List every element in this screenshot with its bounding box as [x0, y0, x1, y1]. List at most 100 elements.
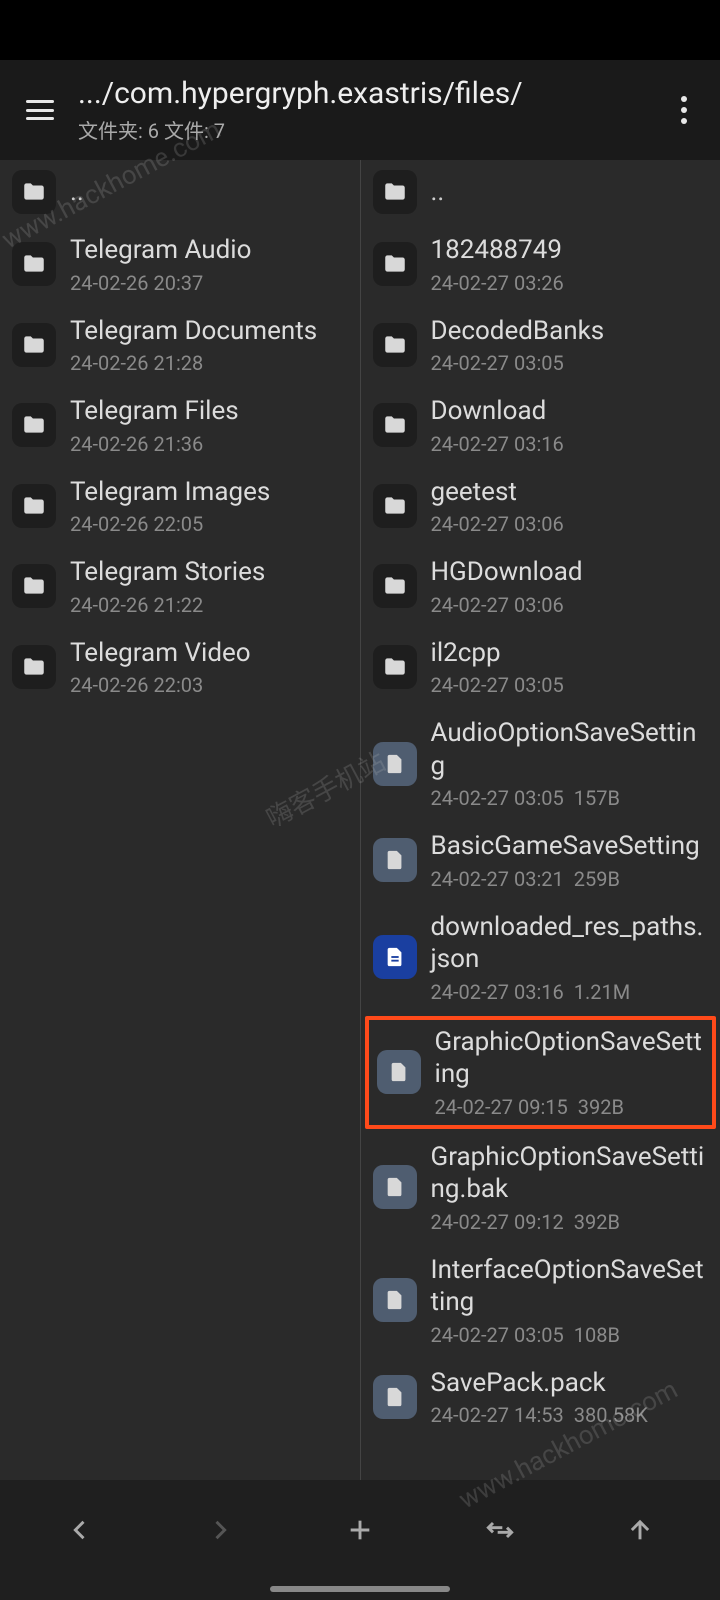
hamburger-icon — [26, 100, 54, 120]
file-icon — [373, 742, 417, 786]
folder-icon — [373, 403, 417, 447]
item-name: AudioOptionSaveSetting — [431, 717, 709, 782]
item-meta: 24-02-27 03:26 — [431, 271, 709, 295]
transfer-button[interactable] — [460, 1500, 540, 1560]
right-pane[interactable]: .. 182488749 24-02-27 03:26 DecodedBanks 24-… — [361, 160, 720, 1480]
item-name: 182488749 — [431, 234, 709, 267]
item-name: GraphicOptionSaveSetting — [435, 1026, 705, 1091]
parent-dir-row[interactable]: .. — [361, 160, 720, 224]
item-meta: 24-02-27 03:05 — [431, 351, 709, 375]
path-text: .../com.hypergryph.exastris/files/ — [78, 76, 660, 111]
item-meta: 24-02-26 21:22 — [70, 593, 348, 617]
list-item[interactable]: GraphicOptionSaveSetting 24-02-27 09:1539… — [365, 1016, 717, 1129]
list-item[interactable]: Telegram Documents 24-02-26 21:28 — [0, 305, 360, 386]
item-name: SavePack.pack — [431, 1367, 709, 1400]
list-item[interactable]: Telegram Stories 24-02-26 21:22 — [0, 546, 360, 627]
bottom-toolbar — [0, 1480, 720, 1600]
item-name: InterfaceOptionSaveSetting — [431, 1254, 709, 1319]
file-icon — [373, 838, 417, 882]
list-item[interactable]: geetest 24-02-27 03:06 — [361, 466, 720, 547]
list-item[interactable]: HGDownload 24-02-27 03:06 — [361, 546, 720, 627]
left-pane[interactable]: .. Telegram Audio 24-02-26 20:37 Telegram D… — [0, 160, 361, 1480]
up-button[interactable] — [600, 1500, 680, 1560]
more-menu-button[interactable] — [660, 82, 708, 138]
list-item[interactable]: Telegram Images 24-02-26 22:05 — [0, 466, 360, 547]
item-name: BasicGameSaveSetting — [431, 830, 709, 863]
parent-dir-label: .. — [431, 176, 709, 209]
folder-icon — [12, 323, 56, 367]
hamburger-menu-button[interactable] — [12, 82, 68, 138]
status-bar — [0, 0, 720, 60]
item-meta: 24-02-27 03:05157B — [431, 786, 709, 810]
file-icon — [377, 1050, 421, 1094]
item-name: Download — [431, 395, 709, 428]
parent-dir-label: .. — [70, 176, 348, 209]
item-meta: 24-02-27 14:53380.58K — [431, 1403, 709, 1427]
item-name: Telegram Audio — [70, 234, 348, 267]
item-meta: 24-02-26 21:36 — [70, 432, 348, 456]
list-item[interactable]: Telegram Audio 24-02-26 20:37 — [0, 224, 360, 305]
list-item[interactable]: DecodedBanks 24-02-27 03:05 — [361, 305, 720, 386]
list-item[interactable]: BasicGameSaveSetting 24-02-27 03:21259B — [361, 820, 720, 901]
app-header: .../com.hypergryph.exastris/files/ 文件夹: … — [0, 60, 720, 160]
folder-icon — [12, 403, 56, 447]
back-button[interactable] — [40, 1500, 120, 1560]
folder-icon — [373, 484, 417, 528]
folder-icon — [12, 242, 56, 286]
item-meta: 24-02-27 03:16 — [431, 432, 709, 456]
item-name: downloaded_res_paths.json — [431, 911, 709, 976]
list-item[interactable]: InterfaceOptionSaveSetting 24-02-27 03:05… — [361, 1244, 720, 1357]
list-item[interactable]: downloaded_res_paths.json 24-02-27 03:161… — [361, 901, 720, 1014]
item-meta: 24-02-27 03:05 — [431, 673, 709, 697]
list-item[interactable]: 182488749 24-02-27 03:26 — [361, 224, 720, 305]
list-item[interactable]: GraphicOptionSaveSetting.bak 24-02-27 09:… — [361, 1131, 720, 1244]
item-name: Telegram Video — [70, 637, 348, 670]
item-meta: 24-02-26 22:03 — [70, 673, 348, 697]
file-icon — [373, 1165, 417, 1209]
folder-icon — [373, 170, 417, 214]
item-meta: 24-02-27 03:06 — [431, 593, 709, 617]
item-meta: 24-02-26 22:05 — [70, 512, 348, 536]
folder-icon — [373, 323, 417, 367]
list-item[interactable]: Telegram Video 24-02-26 22:03 — [0, 627, 360, 708]
item-meta: 24-02-27 03:06 — [431, 512, 709, 536]
item-meta: 24-02-26 20:37 — [70, 271, 348, 295]
item-meta: 24-02-27 03:21259B — [431, 867, 709, 891]
folder-icon — [12, 484, 56, 528]
list-item[interactable]: Telegram Files 24-02-26 21:36 — [0, 385, 360, 466]
list-item[interactable]: Download 24-02-27 03:16 — [361, 385, 720, 466]
folder-icon — [373, 564, 417, 608]
item-meta: 24-02-27 09:15392B — [435, 1095, 705, 1119]
item-name: HGDownload — [431, 556, 709, 589]
json-file-icon — [373, 935, 417, 979]
item-meta: 24-02-27 09:12392B — [431, 1210, 709, 1234]
item-name: DecodedBanks — [431, 315, 709, 348]
home-indicator — [270, 1586, 450, 1592]
panes-container: .. Telegram Audio 24-02-26 20:37 Telegram D… — [0, 160, 720, 1480]
list-item[interactable]: AudioOptionSaveSetting 24-02-27 03:05157B — [361, 707, 720, 820]
list-item[interactable]: SavePack.pack 24-02-27 14:53380.58K — [361, 1357, 720, 1438]
folder-icon — [12, 170, 56, 214]
stats-text: 文件夹: 6 文件: 7 — [78, 115, 660, 144]
parent-dir-row[interactable]: .. — [0, 160, 360, 224]
item-name: Telegram Stories — [70, 556, 348, 589]
forward-button[interactable] — [180, 1500, 260, 1560]
item-name: Telegram Images — [70, 476, 348, 509]
folder-icon — [12, 564, 56, 608]
item-name: GraphicOptionSaveSetting.bak — [431, 1141, 709, 1206]
list-item[interactable]: il2cpp 24-02-27 03:05 — [361, 627, 720, 708]
file-icon — [373, 1375, 417, 1419]
item-name: Telegram Files — [70, 395, 348, 428]
file-icon — [373, 1278, 417, 1322]
item-meta: 24-02-27 03:05108B — [431, 1323, 709, 1347]
item-meta: 24-02-26 21:28 — [70, 351, 348, 375]
folder-icon — [373, 645, 417, 689]
folder-icon — [12, 645, 56, 689]
item-name: il2cpp — [431, 637, 709, 670]
folder-icon — [373, 242, 417, 286]
item-name: geetest — [431, 476, 709, 509]
header-title-block: .../com.hypergryph.exastris/files/ 文件夹: … — [78, 76, 660, 144]
item-name: Telegram Documents — [70, 315, 348, 348]
item-meta: 24-02-27 03:161.21M — [431, 980, 709, 1004]
add-button[interactable] — [320, 1500, 400, 1560]
